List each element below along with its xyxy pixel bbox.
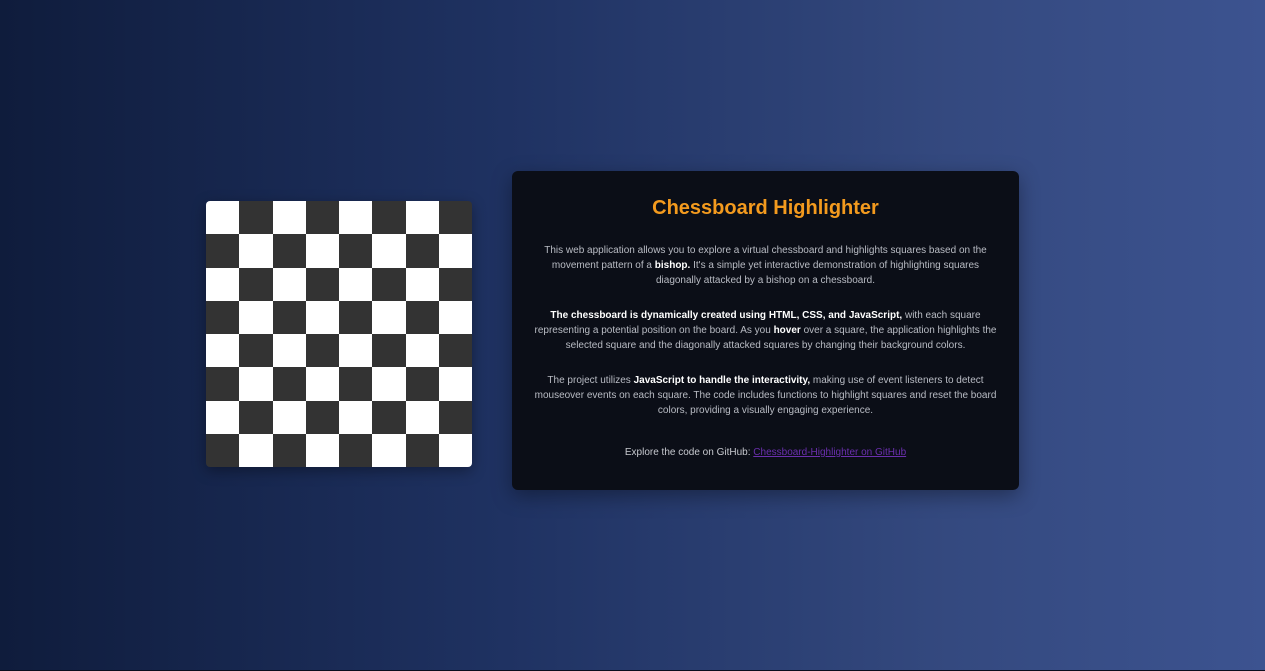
board-square[interactable] [272, 334, 306, 368]
page: { "colors": { "accent": "#f39a1e", "link… [0, 0, 1265, 671]
github-link[interactable]: Chessboard-Highlighter on GitHub [753, 447, 906, 458]
description-paragraph-2: The chessboard is dynamically created us… [532, 308, 999, 353]
board-square[interactable] [272, 201, 306, 235]
board-square[interactable] [438, 300, 472, 334]
board-square[interactable] [239, 267, 273, 301]
board-square[interactable] [305, 433, 339, 467]
board-square[interactable] [206, 234, 240, 268]
p1-text-2: It's a simple yet interactive demonstrat… [655, 260, 980, 286]
board-square[interactable] [339, 300, 373, 334]
board-square[interactable] [372, 300, 406, 334]
board-square[interactable] [305, 267, 339, 301]
board-square[interactable] [339, 201, 373, 235]
description-paragraph-3: The project utilizes JavaScript to handl… [532, 373, 999, 418]
board-square[interactable] [206, 367, 240, 401]
board-square[interactable] [405, 267, 439, 301]
board-square[interactable] [339, 334, 373, 368]
board-square[interactable] [305, 300, 339, 334]
board-square[interactable] [305, 400, 339, 434]
board-square[interactable] [405, 234, 439, 268]
board-square[interactable] [272, 400, 306, 434]
p3-text-1: The project utilizes [547, 375, 634, 386]
board-square[interactable] [405, 201, 439, 235]
board-square[interactable] [272, 367, 306, 401]
board-square[interactable] [239, 334, 273, 368]
board-square[interactable] [339, 234, 373, 268]
description-paragraph-1: This web application allows you to explo… [532, 243, 999, 288]
board-square[interactable] [272, 267, 306, 301]
board-square[interactable] [206, 201, 240, 235]
board-square[interactable] [206, 300, 240, 334]
board-square[interactable] [339, 433, 373, 467]
board-square[interactable] [339, 367, 373, 401]
p1-bold-bishop: bishop. [654, 260, 691, 271]
board-square[interactable] [305, 367, 339, 401]
board-square[interactable] [405, 400, 439, 434]
board-square[interactable] [339, 400, 373, 434]
board-square[interactable] [206, 400, 240, 434]
board-square[interactable] [372, 267, 406, 301]
board-square[interactable] [405, 433, 439, 467]
board-square[interactable] [272, 433, 306, 467]
board-square[interactable] [206, 267, 240, 301]
board-square[interactable] [438, 267, 472, 301]
board-square[interactable] [239, 300, 273, 334]
p3-bold-1: JavaScript to handle the interactivity, [633, 375, 811, 386]
board-square[interactable] [438, 201, 472, 235]
board-square[interactable] [206, 334, 240, 368]
board-square[interactable] [305, 334, 339, 368]
board-square[interactable] [305, 234, 339, 268]
board-square[interactable] [438, 400, 472, 434]
board-square[interactable] [438, 367, 472, 401]
board-square[interactable] [372, 433, 406, 467]
board-square[interactable] [372, 400, 406, 434]
board-square[interactable] [372, 234, 406, 268]
board-square[interactable] [305, 201, 339, 235]
board-square[interactable] [405, 367, 439, 401]
board-square[interactable] [239, 433, 273, 467]
info-panel: Chessboard Highlighter This web applicat… [512, 171, 1019, 490]
board-square[interactable] [239, 234, 273, 268]
board-square[interactable] [206, 433, 240, 467]
board-square[interactable] [272, 300, 306, 334]
page-title: Chessboard Highlighter [652, 197, 879, 219]
p2-bold-hover: hover [773, 325, 801, 336]
github-line: Explore the code on GitHub: Chessboard-H… [532, 445, 999, 460]
board-square[interactable] [405, 300, 439, 334]
board-square[interactable] [438, 334, 472, 368]
board-square[interactable] [438, 234, 472, 268]
p2-bold-1: The chessboard is dynamically created us… [550, 310, 903, 321]
board-square[interactable] [372, 367, 406, 401]
board-square[interactable] [272, 234, 306, 268]
board-square[interactable] [438, 433, 472, 467]
chessboard [206, 201, 472, 467]
board-square[interactable] [372, 201, 406, 235]
board-square[interactable] [372, 334, 406, 368]
github-prefix: Explore the code on GitHub: [624, 447, 754, 458]
board-square[interactable] [239, 201, 273, 235]
board-square[interactable] [239, 367, 273, 401]
board-square[interactable] [405, 334, 439, 368]
board-square[interactable] [239, 400, 273, 434]
board-square[interactable] [339, 267, 373, 301]
